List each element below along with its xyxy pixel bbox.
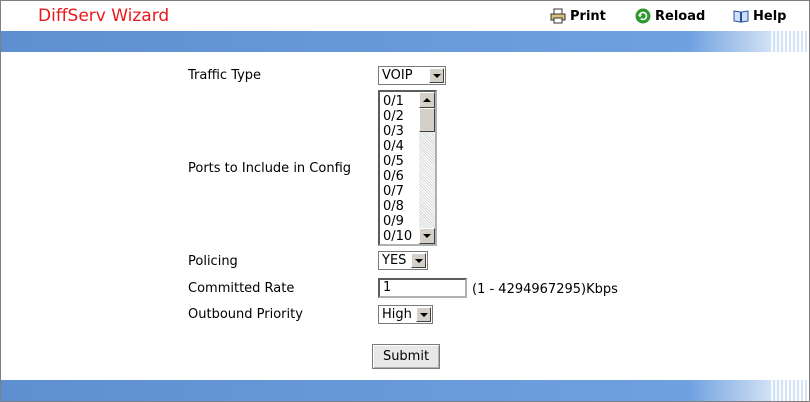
header: DiffServ Wizard Print Reload Help <box>1 1 809 31</box>
scroll-up-icon[interactable] <box>419 92 435 108</box>
list-item[interactable]: 0/6 <box>383 169 412 184</box>
page-title: DiffServ Wizard <box>38 6 170 26</box>
chevron-down-icon <box>411 253 426 268</box>
policing-select[interactable]: YES <box>378 251 428 270</box>
chevron-down-icon <box>429 68 444 83</box>
outbound-priority-value: High <box>382 307 412 322</box>
list-item[interactable]: 0/2 <box>383 109 412 124</box>
reload-label: Reload <box>655 8 706 24</box>
policing-value: YES <box>382 253 407 268</box>
list-item[interactable]: 0/7 <box>383 184 412 199</box>
outbound-priority-label: Outbound Priority <box>188 307 303 322</box>
reload-icon <box>635 8 651 24</box>
committed-rate-input[interactable]: 1 <box>378 278 467 298</box>
list-item[interactable]: 0/8 <box>383 199 412 214</box>
chevron-down-icon <box>416 307 431 322</box>
print-button[interactable]: Print <box>550 7 606 25</box>
print-label: Print <box>570 8 606 24</box>
footer-bar <box>1 380 809 401</box>
list-item[interactable]: 0/5 <box>383 154 412 169</box>
list-item[interactable]: 0/9 <box>383 214 412 229</box>
ports-scrollbar[interactable] <box>419 92 435 244</box>
list-item[interactable]: 0/4 <box>383 139 412 154</box>
scroll-thumb[interactable] <box>419 108 435 132</box>
help-book-icon <box>733 8 749 24</box>
traffic-type-label: Traffic Type <box>188 68 262 83</box>
ports-label: Ports to Include in Config <box>188 161 352 176</box>
page-frame: DiffServ Wizard Print Reload Help Traffi… <box>0 0 810 402</box>
help-label: Help <box>753 8 787 24</box>
committed-rate-label: Committed Rate <box>188 281 295 296</box>
list-item[interactable]: 0/10 <box>383 229 412 244</box>
ports-options: 0/1 0/2 0/3 0/4 0/5 0/6 0/7 0/8 0/9 0/10 <box>383 94 412 244</box>
list-item[interactable]: 0/3 <box>383 124 412 139</box>
header-bar <box>1 31 809 52</box>
policing-label: Policing <box>188 254 238 269</box>
help-button[interactable]: Help <box>733 7 786 25</box>
committed-rate-hint: (1 - 4294967295)Kbps <box>472 282 618 297</box>
traffic-type-select[interactable]: VOIP <box>378 66 446 85</box>
submit-button[interactable]: Submit <box>372 344 440 369</box>
scroll-down-icon[interactable] <box>419 228 435 244</box>
reload-button[interactable]: Reload <box>635 7 705 25</box>
outbound-priority-select[interactable]: High <box>378 305 433 324</box>
list-item[interactable]: 0/1 <box>383 94 412 109</box>
ports-listbox[interactable]: 0/1 0/2 0/3 0/4 0/5 0/6 0/7 0/8 0/9 0/10 <box>378 90 437 246</box>
printer-icon <box>550 8 566 24</box>
traffic-type-value: VOIP <box>382 68 413 83</box>
